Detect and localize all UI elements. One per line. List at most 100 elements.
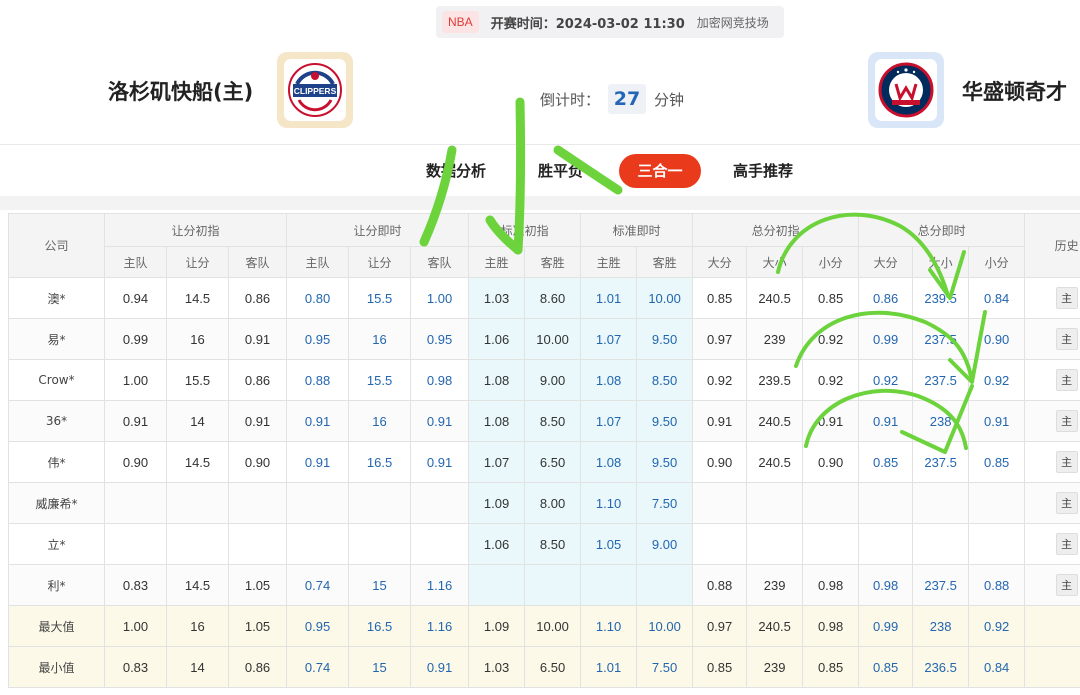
history-button[interactable]: 主: [1055, 369, 1078, 391]
odds-cell-tot-init: 0.98: [802, 564, 860, 606]
company-name: 36*: [8, 400, 105, 442]
odds-cell-tot-init: 0.85: [692, 277, 748, 319]
odds-cell-rf-init: 0.86: [227, 277, 288, 319]
tab-win-draw-loss[interactable]: 胜平负: [526, 154, 595, 188]
history-cell: 主: [1024, 318, 1080, 360]
history-button[interactable]: 主: [1055, 533, 1078, 555]
odds-cell-std-live: 7.50: [636, 482, 694, 524]
odds-cell-rf-live: 16: [348, 400, 412, 442]
history-cell: 主: [1024, 523, 1080, 565]
sub-home-win: 主胜: [468, 246, 526, 278]
odds-cell-tot-live: 238: [912, 605, 970, 647]
odds-cell-tot-init: [746, 482, 804, 524]
odds-cell-rf-init: 1.05: [227, 564, 288, 606]
odds-cell-tot-live: 0.86: [858, 277, 914, 319]
header-std-live: 标准即时: [580, 213, 694, 247]
table-row: 最小值 0.83 14 0.86 0.74 15 0.91 1.03 6.50 1.01 7.50 0…: [8, 646, 1080, 688]
sub-away: 客队: [227, 246, 288, 278]
odds-cell-tot-init: 0.90: [802, 441, 860, 483]
table-row: Crow* 1.00 15.5 0.86 0.88 15.5 0.98 1.08 9.00 1.0…: [8, 359, 1080, 401]
odds-cell-tot-live: [858, 523, 914, 565]
odds-cell-rf-live: 0.98: [410, 359, 470, 401]
odds-cell-tot-init: 240.5: [746, 400, 804, 442]
countdown-unit: 分钟: [654, 90, 685, 109]
start-time: 开赛时间：2024-03-02 11:30: [490, 16, 685, 32]
sub-line: 大小: [912, 246, 970, 278]
header-std-init: 标准初指: [468, 213, 582, 247]
odds-cell-rf-live: [410, 523, 470, 565]
away-team-name: 华盛顿奇才: [962, 80, 1067, 104]
odds-cell-tot-init: 240.5: [746, 441, 804, 483]
tab-expert-picks[interactable]: 高手推荐: [721, 154, 805, 188]
history-button[interactable]: 主: [1055, 328, 1078, 350]
history-button[interactable]: 主: [1055, 574, 1078, 596]
odds-cell-tot-live: 236.5: [912, 646, 970, 688]
odds-cell-std-live: 9.00: [636, 523, 694, 565]
odds-table: 公司 让分初指 让分即时 标准初指 标准即时 总分初指 总分即时 历史 主队 让…: [8, 213, 1080, 688]
odds-cell-rf-init: 0.99: [104, 318, 167, 360]
company-name: 澳*: [8, 277, 105, 319]
odds-cell-rf-init: [227, 482, 288, 524]
odds-cell-std-init: 8.60: [524, 277, 582, 319]
sub-handicap: 让分: [166, 246, 229, 278]
odds-cell-rf-live: 1.00: [410, 277, 470, 319]
odds-cell-std-live: 1.10: [580, 605, 638, 647]
company-name: 最大值: [8, 605, 105, 647]
header-rf-live: 让分即时: [286, 213, 470, 247]
sub-away-win: 客胜: [524, 246, 582, 278]
odds-cell-tot-live: [968, 523, 1026, 565]
odds-cell-std-live: 1.10: [580, 482, 638, 524]
history-button[interactable]: 主: [1055, 410, 1078, 432]
wizards-logo-icon: [878, 62, 934, 118]
odds-cell-std-init: 1.09: [468, 482, 526, 524]
odds-cell-std-init: 6.50: [524, 646, 582, 688]
history-cell: 主: [1024, 564, 1080, 606]
odds-cell-tot-init: 0.85: [802, 277, 860, 319]
odds-cell-rf-init: 14.5: [166, 277, 229, 319]
odds-cell-rf-live: 0.95: [286, 318, 350, 360]
odds-cell-std-live: 1.07: [580, 400, 638, 442]
odds-cell-rf-init: 0.94: [104, 277, 167, 319]
odds-cell-std-init: 8.50: [524, 400, 582, 442]
odds-cell-std-live: 7.50: [636, 646, 694, 688]
odds-cell-tot-live: 0.90: [968, 318, 1026, 360]
odds-cell-tot-init: 239.5: [746, 359, 804, 401]
company-name: 立*: [8, 523, 105, 565]
header-tot-init: 总分初指: [692, 213, 860, 247]
odds-cell-tot-live: 0.92: [968, 605, 1026, 647]
odds-cell-rf-init: 14: [166, 646, 229, 688]
odds-cell-std-init: 1.03: [468, 646, 526, 688]
odds-cell-rf-init: 1.05: [227, 605, 288, 647]
odds-cell-rf-live: 0.91: [410, 646, 470, 688]
odds-cell-std-init: 10.00: [524, 318, 582, 360]
odds-cell-tot-live: [968, 482, 1026, 524]
odds-cell-std-init: 9.00: [524, 359, 582, 401]
history-button[interactable]: 主: [1055, 287, 1078, 309]
tab-three-in-one[interactable]: 三合一: [619, 154, 701, 188]
odds-cell-tot-live: 0.85: [858, 441, 914, 483]
history-cell: 主: [1024, 277, 1080, 319]
odds-cell-rf-init: 0.91: [104, 400, 167, 442]
odds-cell-tot-init: 240.5: [746, 277, 804, 319]
odds-cell-tot-live: 0.99: [858, 605, 914, 647]
header-divider: [0, 144, 1080, 145]
odds-cell-rf-init: 14.5: [166, 564, 229, 606]
odds-cell-tot-live: 238: [912, 400, 970, 442]
odds-cell-tot-live: 0.88: [968, 564, 1026, 606]
match-info-bar: NBA 开赛时间：2024-03-02 11:30 加密网竞技场: [436, 6, 784, 38]
clippers-logo-icon: CLIPPERS: [288, 63, 342, 117]
odds-cell-std-init: 1.08: [468, 359, 526, 401]
odds-cell-tot-live: 0.85: [968, 441, 1026, 483]
history-button[interactable]: 主: [1055, 492, 1078, 514]
history-button[interactable]: 主: [1055, 451, 1078, 473]
countdown: 倒计时： 27 分钟: [540, 84, 684, 114]
odds-cell-tot-live: 237.5: [912, 318, 970, 360]
odds-cell-std-live: 9.50: [636, 318, 694, 360]
odds-cell-rf-live: 0.91: [286, 441, 350, 483]
odds-cell-tot-init: [802, 482, 860, 524]
tab-data-analysis[interactable]: 数据分析: [414, 154, 498, 188]
sub-away-win: 客胜: [636, 246, 694, 278]
odds-cell-std-live: 10.00: [636, 277, 694, 319]
sub-over: 大分: [692, 246, 748, 278]
history-cell: 主: [1024, 359, 1080, 401]
